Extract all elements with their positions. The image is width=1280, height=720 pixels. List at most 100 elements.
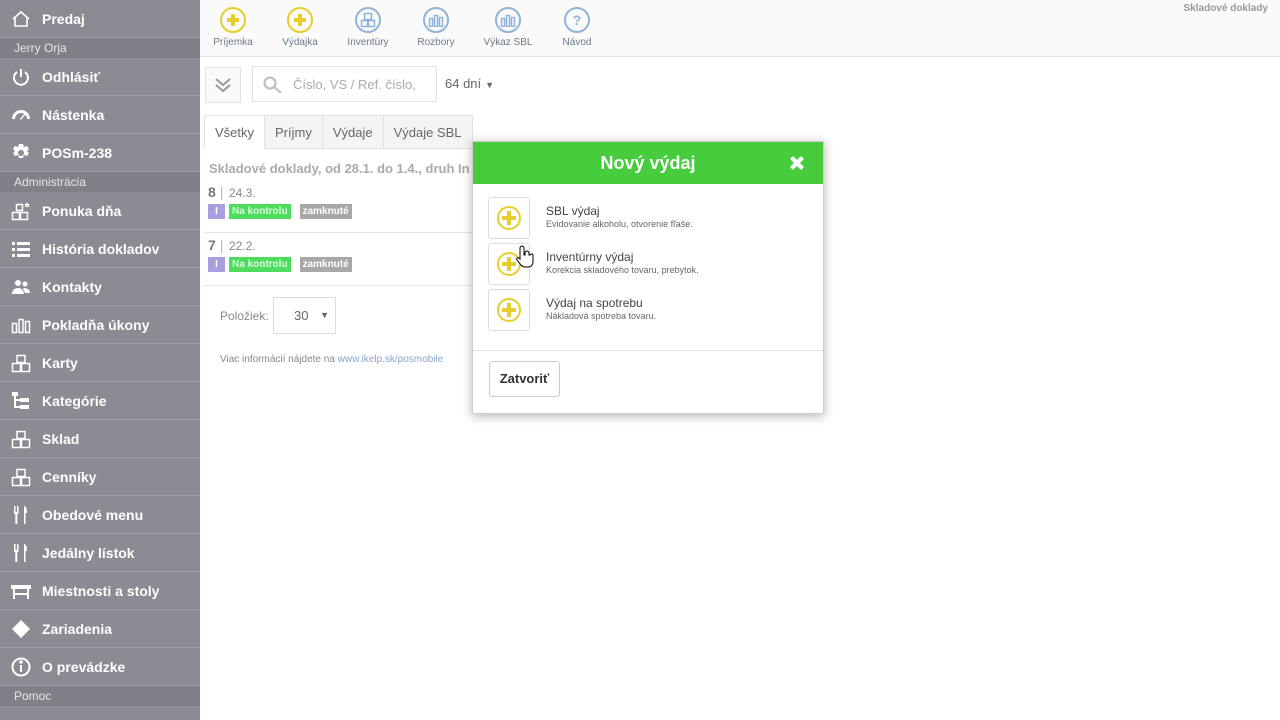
boxes-star-icon [10,200,32,222]
sidebar-item-label: Cenníky [42,468,97,485]
sidebar-section-label: Administrácia [0,172,200,192]
option-description: Evidovanie alkoholu, otvorenie fľaše. [546,219,693,229]
sidebar-item-label: Sklad [42,430,80,447]
lock-badge: zamknuté [299,257,352,272]
tab-vydaje[interactable]: Výdaje [322,115,384,149]
sidebar-section-label: Pomoc [0,686,200,706]
tab-vydaje-sbl[interactable]: Výdaje SBL [383,115,473,149]
add-button[interactable] [488,197,530,239]
sidebar-item-miestnosti-a-stoly[interactable]: Miestnosti a stoly [0,572,200,610]
close-icon[interactable] [787,153,807,173]
option-description: Korekcia skladového tovaru, prebytok. [546,265,699,275]
list-item[interactable]: 8 | 24.3. I Na kontrolu zamknuté [204,184,473,233]
sidebar: Predaj Jerry Orja Odhlásiť Nástenka POSm-238… [0,0,200,720]
sidebar-item-label: Jedálny lístok [42,544,135,561]
new-issue-dialog: Nový výdaj SBL výdaj Evidovanie alkoholu… [472,141,824,414]
search-icon [263,76,282,94]
sidebar-item-zariadenia[interactable]: Zariadenia [0,610,200,648]
sidebar-item-o-prevadzke[interactable]: O prevádzke [0,648,200,686]
sidebar-item-jedalny-listok[interactable]: Jedálny lístok [0,534,200,572]
option-title: Výdaj na spotrebu [546,296,643,310]
days-select[interactable]: 64 dní ▼ [445,76,494,91]
vydajka-button[interactable]: Výdajka [265,7,335,48]
add-button[interactable] [488,289,530,331]
inventury-button[interactable]: Inventúry [333,7,403,48]
doc-number: 8 | [208,184,224,200]
sidebar-item-label: O prevádzke [42,658,126,675]
sidebar-item-odhlasit[interactable]: Odhlásiť [0,58,200,96]
plus-circle-icon [497,206,521,230]
doc-number: 7 | [208,237,224,253]
plus-circle-icon [497,298,521,322]
sidebar-item-karty[interactable]: Karty [0,344,200,382]
status-badge: Na kontrolu [229,257,291,272]
navod-button[interactable]: ? Návod [542,7,612,48]
sidebar-item-label: Nástenka [42,106,105,123]
sidebar-section-label: Jerry Orja [0,38,200,58]
sidebar-item-label: Obedové menu [42,506,144,523]
hand-cursor-icon [516,245,534,268]
boxes-icon [10,428,32,450]
info-link[interactable]: www.ikelp.sk/posmobile [338,354,444,365]
search-box[interactable] [252,66,437,102]
users-icon [10,276,32,298]
option-vydaj-na-spotrebu[interactable]: Výdaj na spotrebu Nákladová spotreba tov… [488,289,808,331]
list-icon [10,238,32,260]
rozbory-button[interactable]: Rozbory [401,7,471,48]
vykaz-sbl-label: Výkaz SBL [483,37,533,48]
close-button[interactable]: Zatvoriť [489,361,560,397]
status-badge: Na kontrolu [229,204,291,219]
sidebar-item-historia-dokladov[interactable]: História dokladov [0,230,200,268]
sidebar-item-kontakty[interactable]: Kontakty [0,268,200,306]
option-inventurny-vydaj[interactable]: Inventúrny výdaj Korekcia skladového tov… [488,243,808,285]
per-page-select[interactable]: 30 ▼ [273,297,336,334]
search-input[interactable] [293,67,433,101]
list-item[interactable]: 7 | 22.2. I Na kontrolu zamknuté [204,237,473,286]
collapse-button[interactable] [205,67,241,103]
dialog-title: Nový výdaj [600,153,696,173]
sidebar-item-label: Zariadenia [42,620,113,637]
vydajka-label: Výdajka [282,37,318,48]
option-title: Inventúrny výdaj [546,250,634,264]
prijemka-label: Príjemka [213,37,253,48]
cutlery-icon [10,542,32,564]
doc-date: 22.2. [229,239,256,253]
info-text: Viac informácií nájdete na www.ikelp.sk/… [220,354,444,365]
option-sbl-vydaj[interactable]: SBL výdaj Evidovanie alkoholu, otvorenie… [488,197,808,239]
vykaz-sbl-button[interactable]: Výkaz SBL [473,7,543,48]
plus-circle-icon [220,7,246,33]
type-badge: I [208,204,225,219]
per-page-value: 30 [294,308,309,323]
sidebar-item-label: Kategórie [42,392,107,409]
sidebar-item-cenniky[interactable]: Cenníky [0,458,200,496]
sidebar-item-label: Predaj [42,10,85,27]
prijemka-button[interactable]: Príjemka [198,7,268,48]
sidebar-item-pokladna-ukony[interactable]: Pokladňa úkony [0,306,200,344]
sidebar-item-label: Odhlásiť [42,68,101,85]
sidebar-item-kategorie[interactable]: Kategórie [0,382,200,420]
sidebar-item-predaj[interactable]: Predaj [0,0,200,38]
cutlery-icon [10,504,32,526]
tab-vsetky[interactable]: Všetky [204,115,266,149]
page-title: Skladové doklady [1183,3,1268,14]
sidebar-item-ponuka-dna[interactable]: Ponuka dňa [0,192,200,230]
bar-chart-icon [495,7,521,33]
sidebar-item-label: Karty [42,354,78,371]
sidebar-item-sklad[interactable]: Sklad [0,420,200,458]
option-description: Nákladová spotreba tovaru. [546,311,657,321]
diamond-icon [10,618,32,640]
doc-date: 24.3. [229,186,256,200]
boxes-icon [10,466,32,488]
tree-icon [10,390,32,412]
dashboard-icon [10,104,32,126]
plus-circle-icon [287,7,313,33]
sidebar-item-obedove-menu[interactable]: Obedové menu [0,496,200,534]
dialog-header: Nový výdaj [473,142,823,184]
sidebar-item-posm-238[interactable]: POSm-238 [0,134,200,172]
sidebar-item-nastenka[interactable]: Nástenka [0,96,200,134]
tab-bar: Všetky Príjmy Výdaje Výdaje SBL [204,115,473,149]
type-badge: I [208,257,225,272]
tab-prijmy[interactable]: Príjmy [265,115,323,149]
home-icon [10,8,32,30]
gear-icon [10,142,32,164]
